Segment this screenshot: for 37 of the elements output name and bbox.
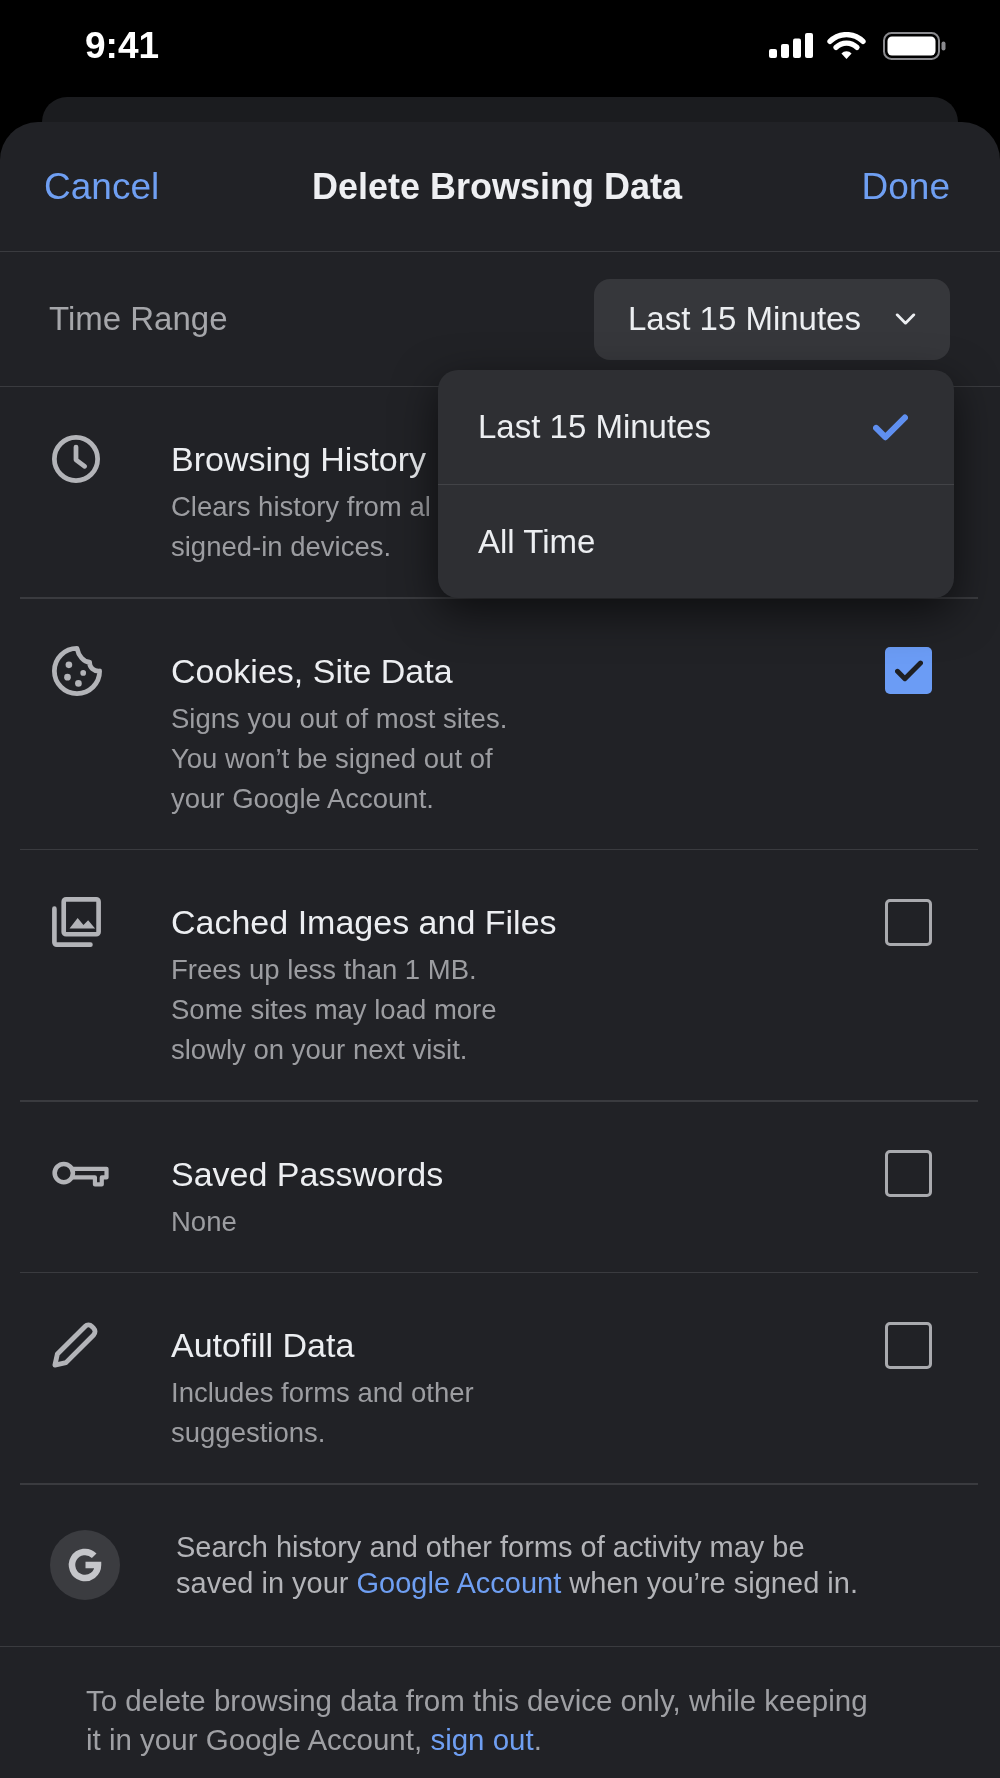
item-description: Includes forms and other suggestions. (171, 1376, 474, 1450)
item-description: Clears history from al signed-in devices. (171, 490, 431, 564)
google-account-link[interactable]: Google Account (356, 1566, 562, 1599)
checkbox[interactable] (885, 1321, 932, 1369)
sign-out-link[interactable]: sign out (430, 1722, 534, 1756)
wifi-icon (827, 32, 866, 59)
item-title: Autofill Data (171, 1325, 355, 1366)
key-icon (52, 1160, 109, 1187)
menu-option[interactable]: Last 15 Minutes (438, 370, 954, 484)
checkbox[interactable] (885, 647, 932, 694)
item-title: Cached Images and Files (171, 902, 557, 943)
item-description: None (171, 1204, 237, 1239)
checkbox[interactable] (885, 1150, 932, 1197)
checkmark-icon (894, 659, 923, 682)
done-button[interactable]: Done (861, 164, 950, 209)
chevron-down-icon (895, 313, 916, 325)
time-range-dropdown[interactable]: Last 15 Minutes (594, 278, 950, 360)
clock-icon (52, 435, 100, 483)
item-title: Cookies, Site Data (171, 650, 453, 692)
checkmark-icon (873, 413, 908, 441)
g-logo-icon (50, 1529, 120, 1600)
signal-icon (769, 33, 813, 58)
battery-icon (883, 31, 946, 60)
sheet-title: Delete Browsing Data (311, 164, 683, 209)
item-description: Signs you out of most sites. You won’t be signed out of your Google Account. (171, 701, 508, 816)
item-title: Saved Passwords (171, 1153, 444, 1195)
stacked-images-icon (52, 897, 101, 947)
time-range-label: Time Range (49, 300, 228, 338)
item-description: Frees up less than 1 MB. Some sites may load more slowly on your next visit. (171, 953, 497, 1067)
checkbox[interactable] (885, 898, 932, 946)
footer-text: To delete browsing data from this device only, while keeping it in your Google Account, sign out. (86, 1682, 869, 1758)
cookie-icon (52, 645, 102, 696)
pencil-icon (52, 1322, 98, 1368)
account-notice-text: Search history and other forms of activity may be saved in your Google Account when you’re signed in. (176, 1529, 858, 1601)
item-title: Browsing History (171, 439, 427, 480)
cancel-button[interactable]: Cancel (44, 164, 160, 209)
clock-time: 9:41 (85, 23, 160, 68)
